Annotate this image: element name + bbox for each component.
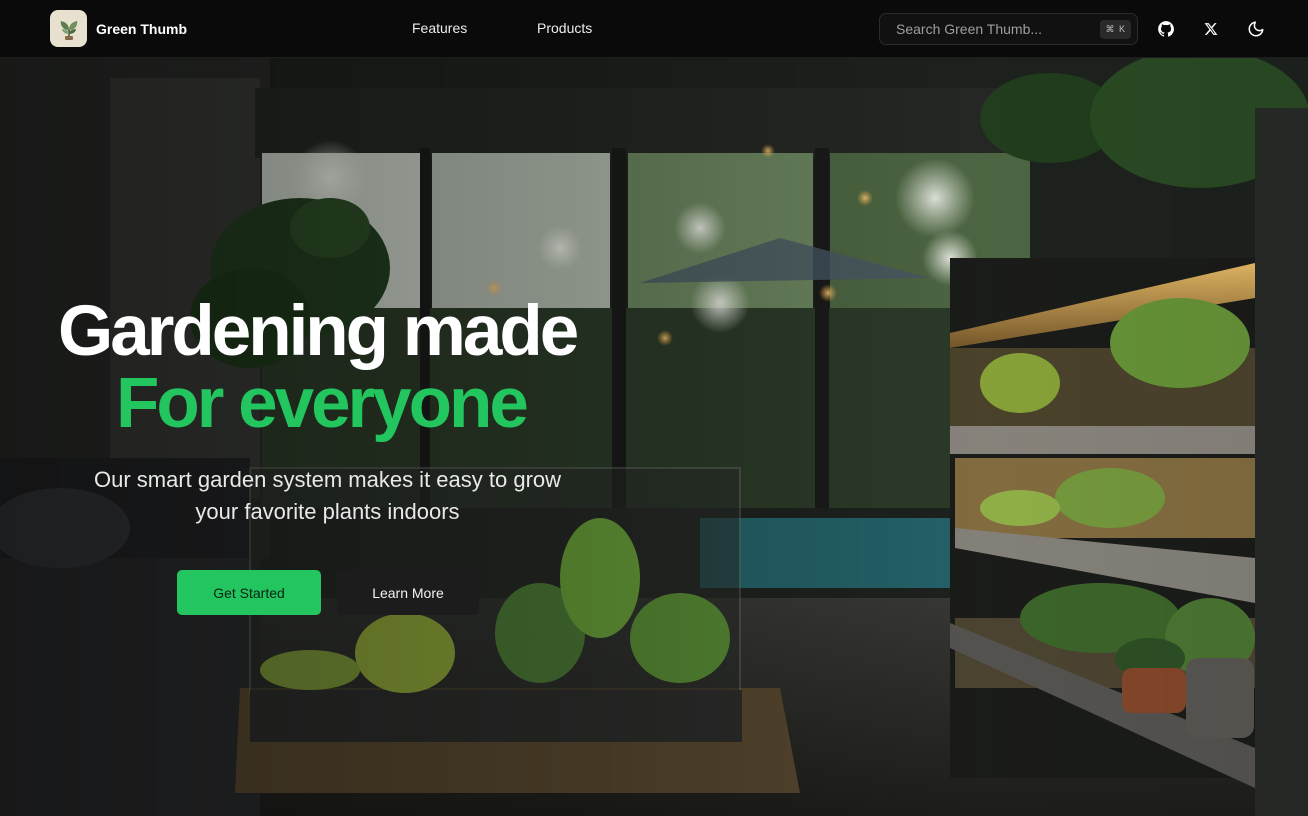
top-navbar: Green Thumb Features Products ⌘ K — [0, 0, 1308, 58]
hero-subtitle: Our smart garden system makes it easy to… — [93, 467, 562, 524]
hero-title-line2: For everyone — [116, 364, 529, 443]
search-input[interactable] — [896, 21, 1096, 37]
brand-link[interactable]: Green Thumb — [50, 10, 187, 47]
moon-icon[interactable] — [1245, 18, 1267, 40]
get-started-button[interactable]: Get Started — [177, 570, 321, 615]
page: Green Thumb Features Products ⌘ K — [0, 0, 1308, 816]
hero-section: Gardening made For everyone Our smart ga… — [0, 58, 1308, 816]
nav-link-features[interactable]: Features — [412, 20, 467, 36]
x-icon[interactable] — [1200, 18, 1222, 40]
search-box[interactable]: ⌘ K — [879, 13, 1138, 45]
brand-name: Green Thumb — [96, 20, 188, 37]
hero-title-line1: Gardening made — [58, 292, 579, 371]
learn-more-button[interactable]: Learn More — [337, 570, 479, 615]
nav-link-products[interactable]: Products — [537, 20, 592, 36]
search-shortcut-badge: ⌘ K — [1100, 20, 1131, 39]
logo-plant-icon — [50, 10, 87, 47]
github-icon[interactable] — [1155, 18, 1177, 40]
